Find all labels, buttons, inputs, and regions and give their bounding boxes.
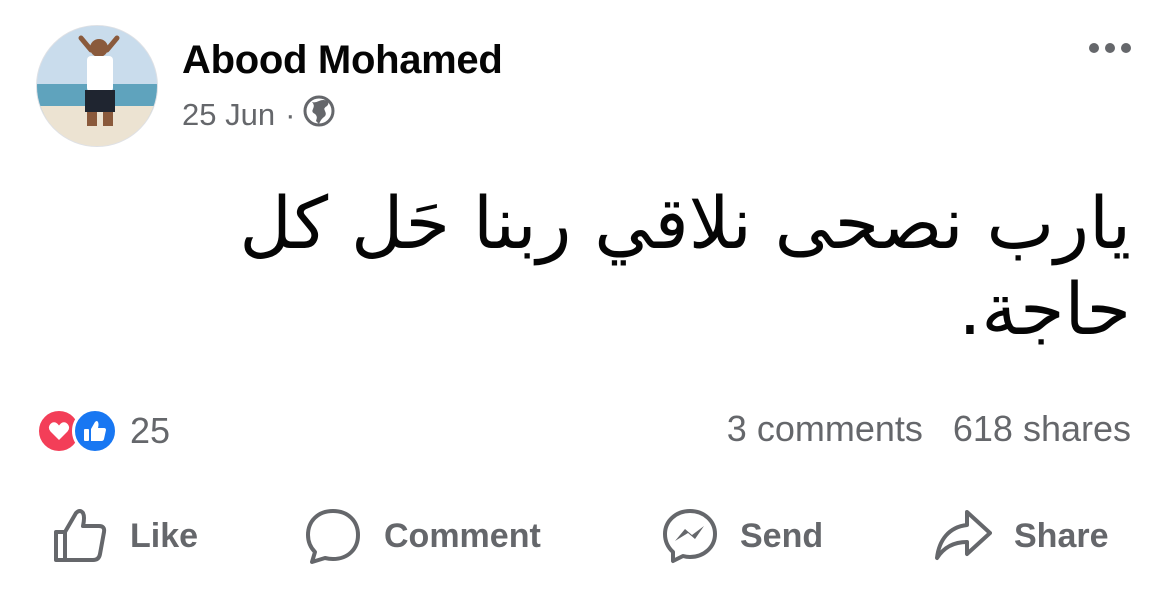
like-label: Like bbox=[130, 516, 199, 555]
messenger-icon bbox=[663, 509, 717, 563]
meta-separator: · bbox=[285, 97, 296, 132]
thumbs-up-icon bbox=[54, 509, 107, 562]
share-label: Share bbox=[1014, 516, 1109, 555]
shares-count-link[interactable]: 618 shares bbox=[953, 408, 1131, 450]
avatar[interactable] bbox=[36, 25, 158, 147]
more-options-button[interactable] bbox=[1089, 43, 1131, 53]
post-stats: 3 comments 618 shares bbox=[727, 408, 1131, 450]
reactions-summary[interactable]: 25 bbox=[36, 408, 170, 454]
thumbs-up-icon bbox=[72, 408, 118, 454]
speech-bubble-icon bbox=[306, 509, 360, 564]
share-arrow-icon bbox=[935, 510, 992, 560]
send-button[interactable]: Send bbox=[662, 503, 823, 569]
send-label: Send bbox=[740, 516, 824, 555]
globe-icon[interactable] bbox=[303, 95, 335, 135]
author-name[interactable]: Abood Mohamed bbox=[182, 38, 503, 83]
like-button[interactable]: Like bbox=[52, 503, 198, 569]
comments-count-link[interactable]: 3 comments bbox=[727, 408, 923, 450]
dot-icon bbox=[1105, 43, 1115, 53]
dot-icon bbox=[1121, 43, 1131, 53]
post-date[interactable]: 25 Jun bbox=[182, 97, 275, 133]
action-bar: Like Comment Send Share bbox=[0, 503, 1169, 569]
post-text: يارب نصحى نلاقي ربنا حَل كل حاجة. bbox=[239, 181, 1131, 351]
share-button[interactable]: Share bbox=[934, 503, 1109, 569]
post-meta: 25 Jun · bbox=[182, 95, 335, 135]
reaction-count: 25 bbox=[130, 410, 171, 451]
comment-button[interactable]: Comment bbox=[304, 503, 541, 569]
comment-label: Comment bbox=[384, 516, 541, 555]
dot-icon bbox=[1089, 43, 1099, 53]
